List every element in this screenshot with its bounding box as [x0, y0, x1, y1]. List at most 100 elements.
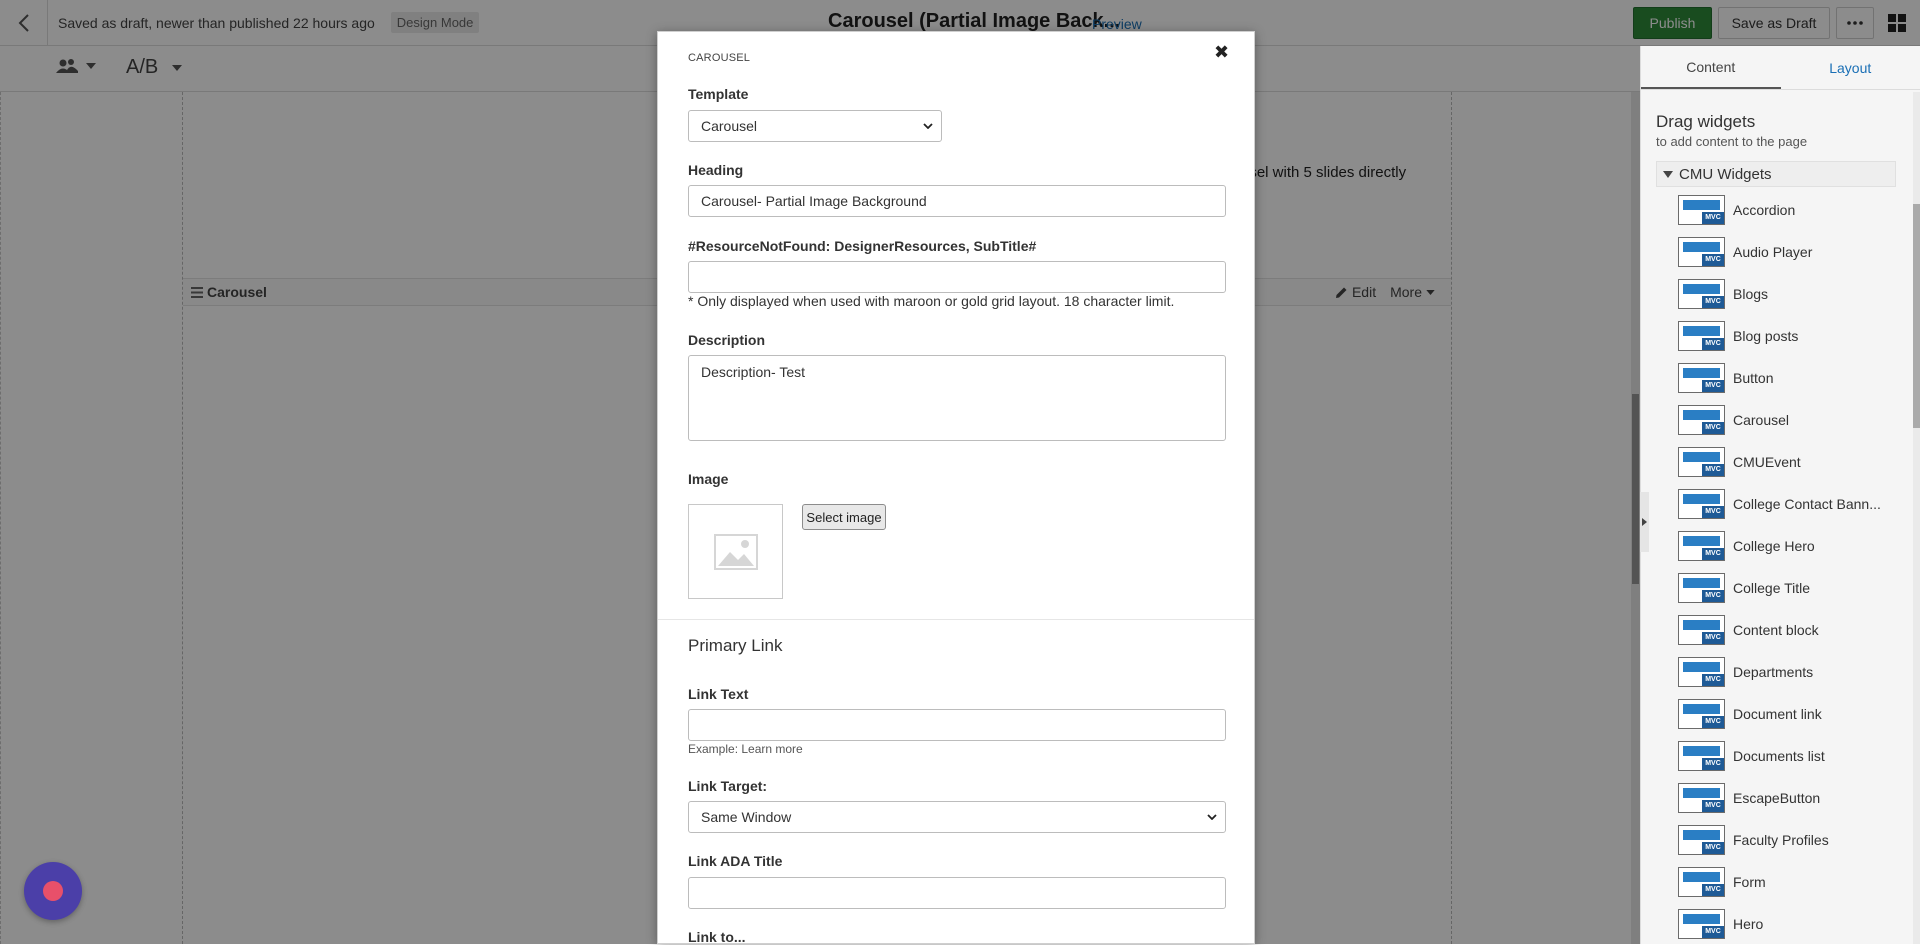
- widget-item[interactable]: MVCBlogs: [1641, 273, 1920, 315]
- mvc-widget-icon: MVC: [1678, 279, 1725, 309]
- section-divider: [658, 619, 1255, 620]
- widget-item[interactable]: MVCFaculty Profiles: [1641, 819, 1920, 861]
- panel-scrollbar[interactable]: [1913, 92, 1920, 944]
- mvc-widget-icon: MVC: [1678, 237, 1725, 267]
- mvc-widget-icon: MVC: [1678, 195, 1725, 225]
- link-target-value: Same Window: [701, 809, 791, 825]
- link-to-label: Link to...: [688, 929, 746, 944]
- image-label: Image: [688, 471, 728, 487]
- widget-item[interactable]: MVC Document link: [1641, 693, 1920, 735]
- widget-icon-bar: [1683, 284, 1720, 294]
- triangle-down-icon: [1663, 171, 1673, 178]
- mvc-widget-icon: MVC: [1678, 405, 1725, 435]
- mvc-widget-icon: MVC: [1678, 573, 1725, 603]
- template-select[interactable]: Carousel: [688, 110, 942, 142]
- widget-item[interactable]: MVCAccordion: [1641, 189, 1920, 231]
- widget-item-label: College Contact Bann...: [1733, 496, 1893, 512]
- widget-group-cmu[interactable]: CMU Widgets: [1656, 161, 1896, 187]
- widget-item-label: Content block: [1733, 622, 1893, 638]
- mvc-badge: MVC: [1702, 884, 1724, 896]
- mvc-badge: MVC: [1702, 380, 1724, 392]
- widget-item[interactable]: MVC Documents list: [1641, 735, 1920, 777]
- widget-icon-bar: [1683, 494, 1720, 504]
- mvc-badge: MVC: [1702, 926, 1724, 938]
- widget-item[interactable]: MVCBlog posts: [1641, 315, 1920, 357]
- template-value: Carousel: [701, 118, 757, 134]
- mvc-widget-icon: MVC: [1678, 489, 1725, 519]
- scrollbar-thumb[interactable]: [1913, 204, 1920, 428]
- link-text-input[interactable]: [688, 709, 1226, 741]
- subtitle-input[interactable]: [688, 261, 1226, 293]
- widget-icon-bar: [1683, 368, 1720, 378]
- image-placeholder-icon: [714, 534, 758, 570]
- close-icon[interactable]: ✖: [1214, 42, 1229, 63]
- mvc-badge: MVC: [1702, 422, 1724, 434]
- widget-item-label: Documents list: [1733, 748, 1893, 764]
- mvc-badge: MVC: [1702, 716, 1724, 728]
- description-value: Description- Test: [701, 364, 805, 380]
- widget-icon-bar: [1683, 326, 1720, 336]
- description-textarea[interactable]: Description- Test: [688, 355, 1226, 441]
- mvc-badge: MVC: [1702, 212, 1724, 224]
- tab-content[interactable]: Content: [1641, 46, 1781, 89]
- widget-item[interactable]: MVC Hero: [1641, 903, 1920, 945]
- widget-icon-bar: [1683, 200, 1720, 210]
- mvc-widget-icon: MVC: [1678, 363, 1725, 393]
- description-label: Description: [688, 332, 765, 348]
- mvc-badge: MVC: [1702, 758, 1724, 770]
- widget-item[interactable]: MVC Content block: [1641, 609, 1920, 651]
- widget-item-label: CMUEvent: [1733, 454, 1893, 470]
- heading-label: Heading: [688, 162, 743, 178]
- widget-item[interactable]: MVC CMUEvent: [1641, 441, 1920, 483]
- widget-icon-bar: [1683, 788, 1720, 798]
- widget-item[interactable]: MVCForm: [1641, 861, 1920, 903]
- widget-group-label: CMU Widgets: [1679, 166, 1772, 183]
- widget-icon-bar: [1683, 452, 1720, 462]
- widget-item-label: Carousel: [1733, 412, 1893, 428]
- assistant-launcher-button[interactable]: [24, 862, 82, 920]
- chevron-down-icon: [923, 123, 933, 129]
- mvc-badge: MVC: [1702, 338, 1724, 350]
- mvc-badge: MVC: [1702, 590, 1724, 602]
- widget-item-label: Document link: [1733, 706, 1893, 722]
- template-label: Template: [688, 86, 748, 102]
- widget-item-label: Faculty Profiles: [1733, 832, 1893, 848]
- subtitle-hint: * Only displayed when used with maroon o…: [688, 293, 1174, 309]
- link-target-label: Link Target:: [688, 778, 767, 794]
- tab-layout[interactable]: Layout: [1781, 46, 1920, 89]
- mvc-badge: MVC: [1702, 800, 1724, 812]
- select-image-button[interactable]: Select image: [802, 504, 886, 530]
- widget-item[interactable]: MVCCollege Hero: [1641, 525, 1920, 567]
- link-ada-input[interactable]: [688, 877, 1226, 909]
- link-ada-label: Link ADA Title: [688, 853, 782, 869]
- mvc-widget-icon: MVC: [1678, 699, 1725, 729]
- panel-title: Drag widgets: [1656, 112, 1920, 132]
- mvc-widget-icon: MVC: [1678, 615, 1725, 645]
- panel-collapse-handle[interactable]: [1640, 492, 1649, 552]
- widget-icon-bar: [1683, 830, 1720, 840]
- widget-icon-bar: [1683, 578, 1720, 588]
- link-target-select[interactable]: Same Window: [688, 801, 1226, 833]
- widget-item[interactable]: MVCAudio Player: [1641, 231, 1920, 273]
- widget-item[interactable]: MVCDepartments: [1641, 651, 1920, 693]
- widget-icon-bar: [1683, 620, 1720, 630]
- mvc-widget-icon: MVC: [1678, 657, 1725, 687]
- mvc-widget-icon: MVC: [1678, 909, 1725, 939]
- subtitle-label: #ResourceNotFound: DesignerResources, Su…: [688, 238, 1036, 254]
- widget-item[interactable]: MVCEscapeButton: [1641, 777, 1920, 819]
- mvc-badge: MVC: [1702, 464, 1724, 476]
- widget-item-label: Hero: [1733, 916, 1893, 932]
- mvc-badge: MVC: [1702, 296, 1724, 308]
- widgets-panel: Content Layout Drag widgets to add conte…: [1640, 46, 1920, 944]
- heading-input[interactable]: Carousel- Partial Image Background: [688, 185, 1226, 217]
- mvc-badge: MVC: [1702, 674, 1724, 686]
- image-preview: [688, 504, 783, 599]
- mvc-badge: MVC: [1702, 548, 1724, 560]
- widget-item[interactable]: MVC Carousel: [1641, 399, 1920, 441]
- widget-item[interactable]: MVC College Contact Bann...: [1641, 483, 1920, 525]
- widget-icon-bar: [1683, 914, 1720, 924]
- record-dot-icon: [43, 881, 63, 901]
- widget-item[interactable]: MVCButton: [1641, 357, 1920, 399]
- link-text-example: Example: Learn more: [688, 742, 803, 756]
- widget-item[interactable]: MVCCollege Title: [1641, 567, 1920, 609]
